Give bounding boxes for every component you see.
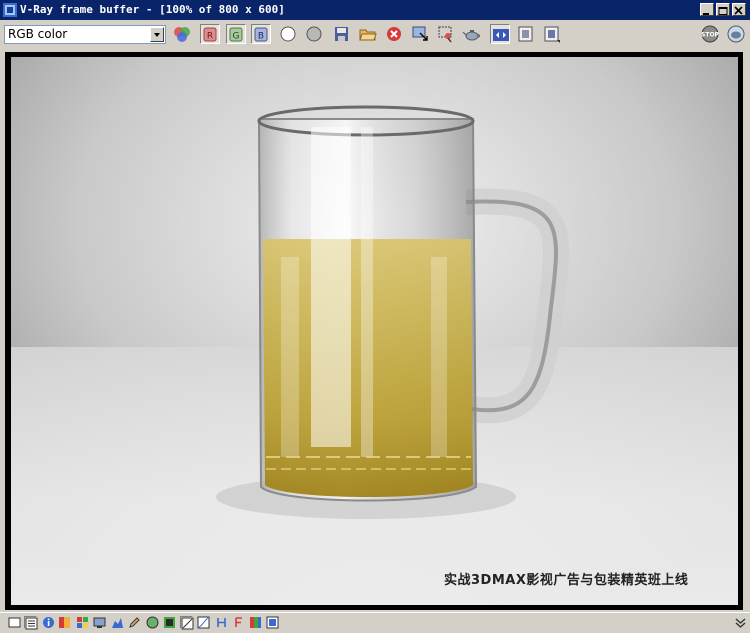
track-mouse-button[interactable]: [410, 24, 430, 44]
render-teapot-icon: [727, 25, 745, 43]
save-image-button[interactable]: [332, 24, 352, 44]
clear-x-icon: [387, 27, 401, 41]
channels-icon[interactable]: [163, 616, 176, 629]
pixel-icon[interactable]: [76, 616, 89, 629]
grey-circle-icon: [306, 26, 322, 42]
maximize-button[interactable]: [716, 3, 730, 16]
edit-icon[interactable]: [128, 616, 141, 629]
title-bar: V-Ray frame buffer - [100% of 800 x 600]: [0, 0, 750, 20]
show-corrections-button[interactable]: [516, 24, 536, 44]
link-vfb-icon: [493, 29, 509, 41]
white-circle-icon: [280, 26, 296, 42]
load-image-button[interactable]: [358, 24, 378, 44]
expand-down-icon[interactable]: [734, 616, 747, 629]
svg-text:B: B: [258, 32, 264, 42]
minimize-button[interactable]: [700, 3, 714, 16]
link-vfb-button[interactable]: [490, 24, 510, 44]
stop-icon: STOP: [701, 25, 720, 43]
red-channel-icon: R: [203, 27, 217, 42]
status-bar: [0, 612, 750, 633]
render-image: [11, 57, 738, 605]
teapot-icon: [462, 30, 480, 41]
close-button[interactable]: [732, 3, 746, 16]
beer-mug-render: [11, 57, 738, 605]
save-disk-icon: [335, 27, 348, 41]
svg-text:G: G: [233, 32, 240, 42]
lut-swatch-icon[interactable]: [266, 616, 279, 629]
f-icon[interactable]: [232, 616, 245, 629]
clear-image-button[interactable]: [384, 24, 404, 44]
region-render-icon: [438, 26, 452, 43]
toolbar: RGB color R G B STOP: [0, 20, 750, 48]
channel-select-value: RGB color: [8, 27, 68, 41]
red-channel-button[interactable]: R: [200, 24, 220, 44]
sphere-icon[interactable]: [146, 616, 159, 629]
display-lut-button[interactable]: [542, 24, 562, 44]
levels-icon[interactable]: [111, 616, 124, 629]
grey-background-button[interactable]: [304, 24, 324, 44]
info-icon[interactable]: [42, 616, 55, 629]
white-background-button[interactable]: [278, 24, 298, 44]
display-icon[interactable]: [93, 616, 106, 629]
rgb-circles-icon: [174, 27, 190, 42]
lut-icon: [544, 26, 560, 43]
green-channel-icon: G: [229, 27, 243, 42]
chevron-down-icon[interactable]: [150, 27, 164, 42]
stop-render-button[interactable]: STOP: [700, 24, 720, 44]
blue-channel-button[interactable]: B: [251, 24, 271, 44]
panel-icon[interactable]: [8, 616, 21, 629]
color-picker-button[interactable]: [172, 24, 192, 44]
render-watermark: 实战3DMAX影视广告与包装精英班上线: [444, 573, 689, 588]
track-mouse-icon: [412, 26, 428, 41]
svg-text:R: R: [207, 32, 213, 42]
list-icon[interactable]: [24, 616, 38, 630]
corrections-icon: [518, 26, 533, 42]
stop-label: STOP: [701, 32, 720, 39]
vray-app-icon: [3, 3, 17, 17]
render-last-button[interactable]: [462, 24, 482, 44]
region-render-button[interactable]: [436, 24, 456, 44]
curve-icon[interactable]: [197, 616, 210, 629]
open-folder-icon: [359, 29, 377, 41]
h-icon[interactable]: [215, 616, 228, 629]
color-swatch-icon[interactable]: [249, 616, 262, 629]
green-channel-button[interactable]: G: [226, 24, 246, 44]
channel-select[interactable]: RGB color: [4, 25, 166, 44]
blue-channel-icon: B: [254, 27, 268, 42]
histogram-icon[interactable]: [58, 616, 71, 629]
zoom-icon[interactable]: [180, 616, 194, 630]
render-button[interactable]: [726, 24, 746, 44]
window-title: V-Ray frame buffer - [100% of 800 x 600]: [20, 3, 285, 16]
